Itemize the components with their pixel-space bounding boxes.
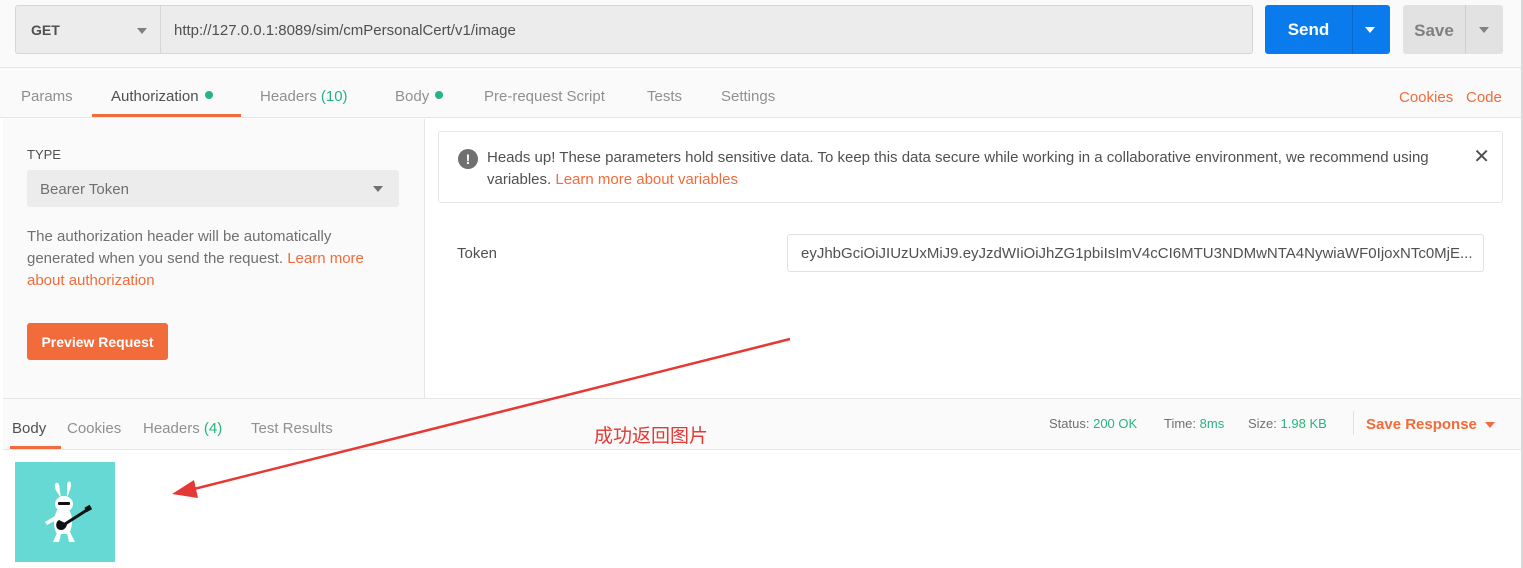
send-button[interactable]: Send [1265, 5, 1390, 54]
save-response-button[interactable]: Save Response [1366, 416, 1477, 433]
chevron-down-icon [137, 28, 147, 34]
status-dot-icon [435, 91, 444, 99]
active-tab-indicator [92, 114, 241, 117]
auth-description-text: The authorization header will be automat… [27, 228, 332, 267]
response-tab-body[interactable]: Body [12, 420, 46, 437]
url-input[interactable]: http://127.0.0.1:8089/sim/cmPersonalCert… [160, 5, 1253, 54]
chevron-down-icon [373, 186, 383, 192]
save-options-chevron-icon[interactable] [1479, 27, 1489, 33]
response-time: Time: 8ms [1164, 416, 1224, 431]
tab-authorization-label: Authorization [111, 88, 199, 105]
tab-authorization[interactable]: Authorization [111, 88, 213, 105]
send-label: Send [1287, 20, 1330, 39]
status-dot-icon [204, 91, 213, 99]
notice-message: Heads up! These parameters hold sensitiv… [487, 147, 1447, 191]
response-tabs: Body Cookies Headers (4) Test Results St… [3, 398, 1523, 450]
status-value: 200 OK [1093, 416, 1138, 431]
annotation-text: 成功返回图片 [594, 425, 709, 447]
send-options-chevron-icon[interactable] [1365, 27, 1375, 33]
learn-more-variables-link[interactable]: Learn more about variables [555, 171, 738, 188]
tab-settings[interactable]: Settings [721, 88, 775, 105]
auth-type-panel: TYPE Bearer Token The authorization head… [3, 119, 425, 398]
token-input[interactable]: eyJhbGciOiJIUzUxMiJ9.eyJzdWIiOiJhZG1pbiI… [787, 234, 1484, 272]
response-size: Size: 1.98 KB [1248, 416, 1327, 431]
time-value: 8ms [1199, 416, 1225, 431]
cookies-link[interactable]: Cookies [1399, 89, 1453, 106]
status-label: Status: [1049, 416, 1090, 431]
response-image [15, 462, 115, 562]
token-label: Token [457, 245, 498, 262]
auth-type-select[interactable]: Bearer Token [27, 170, 399, 207]
response-tab-headers[interactable]: Headers (4) [143, 420, 222, 437]
size-value: 1.98 KB [1280, 416, 1327, 431]
response-tab-headers-count: (4) [203, 420, 223, 437]
response-tab-test-results[interactable]: Test Results [251, 420, 333, 437]
type-label: TYPE [27, 147, 61, 162]
active-response-tab-indicator [10, 446, 61, 449]
preview-request-label: Preview Request [41, 334, 154, 350]
method-value: GET [31, 22, 60, 38]
tab-headers-count: (10) [320, 88, 348, 105]
time-label: Time: [1164, 416, 1197, 431]
code-link[interactable]: Code [1466, 89, 1502, 106]
save-button[interactable]: Save [1403, 5, 1503, 54]
tab-headers-label: Headers [260, 88, 317, 105]
token-value: eyJhbGciOiJIUzUxMiJ9.eyJzdWIiOiJhZG1pbiI… [801, 245, 1473, 262]
meta-divider [1353, 411, 1354, 435]
send-divider [1352, 5, 1353, 54]
size-label: Size: [1248, 416, 1277, 431]
sensitive-data-notice: ! Heads up! These parameters hold sensit… [438, 131, 1503, 203]
postman-window: GET http://127.0.0.1:8089/sim/cmPersonal… [0, 0, 1523, 568]
chevron-down-icon[interactable] [1485, 422, 1495, 428]
url-value: http://127.0.0.1:8089/sim/cmPersonalCert… [174, 22, 516, 39]
auth-type-value: Bearer Token [40, 181, 129, 198]
tab-body[interactable]: Body [395, 88, 444, 105]
method-select[interactable]: GET [15, 5, 161, 54]
close-icon[interactable]: ✕ [1473, 147, 1490, 167]
response-tab-headers-label: Headers [143, 420, 200, 437]
save-label: Save [1414, 21, 1454, 40]
info-icon: ! [458, 149, 478, 169]
tab-params[interactable]: Params [21, 88, 73, 105]
request-tabs: Params Authorization Headers (10) Body P… [0, 68, 1523, 118]
save-divider [1465, 5, 1466, 54]
auth-description: The authorization header will be automat… [27, 226, 397, 292]
preview-request-button[interactable]: Preview Request [27, 323, 168, 360]
tab-headers[interactable]: Headers (10) [260, 88, 348, 105]
response-tab-cookies[interactable]: Cookies [67, 420, 121, 437]
response-status: Status: 200 OK [1049, 416, 1137, 431]
tab-body-label: Body [395, 88, 430, 105]
tab-pre-request-script[interactable]: Pre-request Script [484, 88, 605, 105]
rabbit-guitar-icon [45, 481, 93, 542]
request-bar: GET http://127.0.0.1:8089/sim/cmPersonal… [0, 0, 1523, 68]
tab-tests[interactable]: Tests [647, 88, 682, 105]
